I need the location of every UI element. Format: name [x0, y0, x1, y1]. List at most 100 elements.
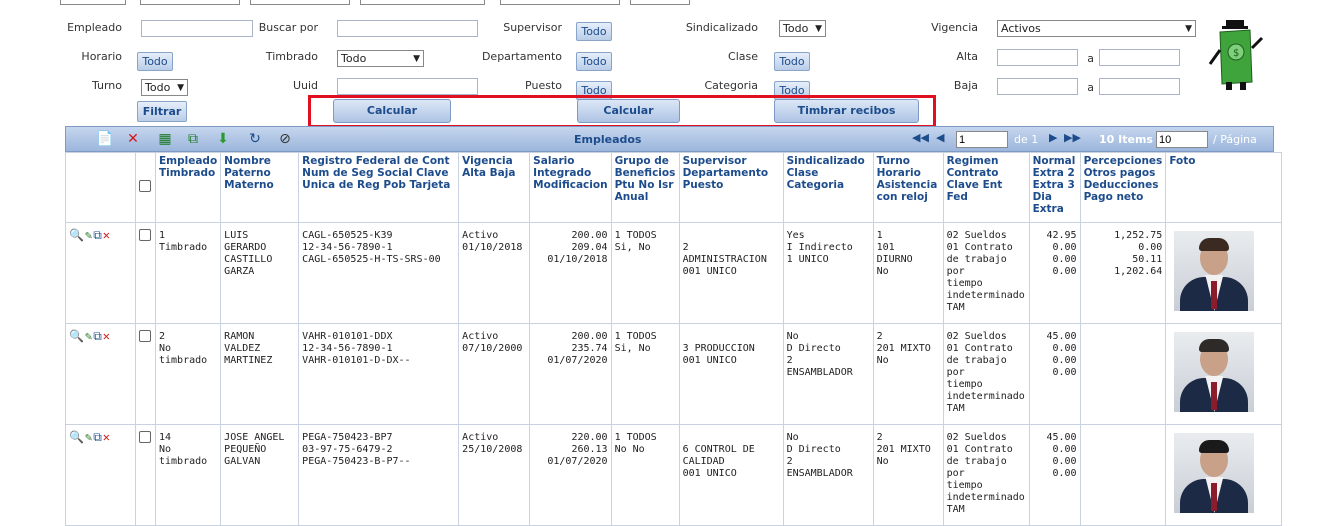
alta-to-input[interactable] [1099, 49, 1180, 66]
edit-icon[interactable]: ✎ [85, 431, 92, 443]
delete-icon[interactable]: ✕ [103, 330, 110, 342]
copy-icon[interactable]: ⧉ [93, 431, 102, 443]
clear-filter-icon[interactable]: ⊘ [276, 130, 294, 148]
cell-c9: 1 101 DIURNO No [872, 222, 944, 324]
row-checkbox[interactable] [139, 431, 151, 443]
header-supervisor[interactable]: Supervisor Departamento Puesto [678, 152, 784, 223]
empleado-input[interactable] [141, 20, 253, 37]
cell-c5: 200.00 235.74 01/07/2020 [529, 323, 612, 425]
employees-table: Empleado Timbrado Nombre Paterno Materno… [65, 152, 1283, 526]
header-turno[interactable]: Turno Horario Asistencia con reloj [872, 152, 944, 223]
mascot-logo: $ [1208, 20, 1264, 90]
table-row[interactable]: 🔍✎⧉✕ 14 No timbrado JOSE ANGEL PEQUEÑO GAL… [65, 424, 1283, 526]
row-select [135, 424, 156, 526]
cell-c3: PEGA-750423-BP7 03-97-75-6479-2 PEGA-750… [298, 424, 460, 526]
categoria-label: Categoria [704, 79, 758, 92]
cell-c2: JOSE ANGEL PEQUEÑO GALVAN [220, 424, 300, 526]
timbrado-select[interactable]: Todo ▼ [337, 50, 424, 67]
download-icon[interactable]: ⬇ [214, 130, 232, 148]
photo-cell [1165, 222, 1283, 324]
header-regimen[interactable]: Regimen Contrato Clave Ent Fed [942, 152, 1030, 223]
last-page-icon[interactable]: ▶▶ [1064, 131, 1081, 144]
turno-select[interactable]: Todo ▼ [141, 79, 188, 96]
edit-icon[interactable]: ✎ [85, 229, 92, 241]
supervisor-todo-button[interactable]: Todo [576, 22, 612, 41]
header-sindicalizado[interactable]: Sindicalizado Clase Categoria [782, 152, 874, 223]
edit-icon[interactable]: ✎ [85, 330, 92, 342]
view-icon[interactable]: 🔍 [69, 330, 84, 342]
actions-header [65, 152, 136, 223]
prev-page-icon[interactable]: ◀ [936, 131, 944, 144]
next-page-icon[interactable]: ▶ [1049, 131, 1057, 144]
delete-icon[interactable]: ✕ [124, 130, 142, 148]
vigencia-select[interactable]: Activos ▼ [997, 20, 1196, 37]
sindicalizado-select[interactable]: Todo ▼ [779, 20, 826, 37]
timbrado-value: Todo [341, 52, 367, 65]
row-checkbox[interactable] [139, 229, 151, 241]
timbrado-label: Timbrado [265, 50, 318, 63]
clase-todo-button[interactable]: Todo [774, 52, 810, 71]
cell-c11: 42.95 0.00 0.00 0.00 [1028, 222, 1081, 324]
view-icon[interactable]: 🔍 [69, 229, 84, 241]
new-document-icon[interactable]: 📄 [96, 130, 114, 148]
page-input[interactable] [956, 131, 1008, 148]
row-checkbox[interactable] [139, 330, 151, 342]
baja-to-input[interactable] [1099, 78, 1180, 95]
per-page-input[interactable] [1156, 131, 1208, 148]
copy-icon[interactable]: ⧉ [93, 229, 102, 241]
uuid-input[interactable] [337, 78, 478, 95]
refresh-icon[interactable]: ↻ [246, 130, 264, 148]
filtrar-button[interactable]: Filtrar [137, 101, 187, 122]
cell-c4: Activo 07/10/2000 [458, 323, 531, 425]
grid-toolbar: 📄 ✕ ▦ ⧉ ⬇ ↻ ⊘ Empleados ◀◀ ◀ de 1 ▶ ▶▶ 1… [65, 126, 1274, 152]
alta-label: Alta [956, 50, 978, 63]
uuid-label: Uuid [292, 79, 318, 92]
cell-c2: LUIS GERARDO CASTILLO GARZA [220, 222, 300, 324]
select-all-checkbox[interactable] [139, 180, 151, 192]
sindicalizado-label: Sindicalizado [685, 21, 758, 34]
vigencia-value: Activos [1001, 22, 1041, 35]
baja-label: Baja [953, 79, 978, 92]
delete-icon[interactable]: ✕ [103, 431, 110, 443]
table-row[interactable]: 🔍✎⧉✕ 2 No timbrado RAMON VALDEZ MARTINEZ VA… [65, 323, 1283, 425]
header-normal[interactable]: Normal Extra 2 Extra 3 Dia Extra [1028, 152, 1081, 223]
view-icon[interactable]: 🔍 [69, 431, 84, 443]
copy-icon[interactable]: ⧉ [93, 330, 102, 342]
cell-c4: Activo 25/10/2008 [458, 424, 531, 526]
copy-icon[interactable]: ⧉ [184, 130, 202, 148]
header-empleado[interactable]: Empleado Timbrado [154, 152, 222, 223]
first-page-icon[interactable]: ◀◀ [912, 131, 929, 144]
horario-todo-button[interactable]: Todo [137, 52, 173, 71]
photo-cell [1165, 323, 1283, 425]
header-nombre[interactable]: Nombre Paterno Materno [220, 152, 300, 223]
delete-icon[interactable]: ✕ [103, 229, 110, 241]
horario-label: Horario [81, 50, 122, 63]
chevron-down-icon: ▼ [1185, 24, 1192, 34]
cell-c7: 6 CONTROL DE CALIDAD 001 UNICO [678, 424, 784, 526]
alta-a-label: a [1087, 52, 1094, 65]
header-salario[interactable]: Salario Integrado Modificacion [529, 152, 612, 223]
page-count: de 1 [1014, 133, 1039, 146]
baja-from-input[interactable] [997, 78, 1078, 95]
cell-c11: 45.00 0.00 0.00 0.00 [1028, 323, 1081, 425]
buscar-input[interactable] [337, 20, 478, 37]
table-row[interactable]: 🔍✎⧉✕ 1 Timbrado LUIS GERARDO CASTILLO GARZ… [65, 222, 1283, 324]
header-registro[interactable]: Registro Federal de Cont Num de Seg Soci… [298, 152, 460, 223]
header-percepciones[interactable]: Percepciones Otros pagos Deducciones Pag… [1079, 152, 1167, 223]
alta-from-input[interactable] [997, 49, 1078, 66]
cell-c1: 1 Timbrado [154, 222, 222, 324]
excel-icon[interactable]: ▦ [156, 130, 174, 148]
header-vigencia[interactable]: Vigencia Alta Baja [458, 152, 531, 223]
baja-a-label: a [1087, 81, 1094, 94]
cell-c8: No D Directo 2 ENSAMBLADOR [782, 323, 874, 425]
cell-c6: 1 TODOS Si, No [610, 323, 680, 425]
puesto-label: Puesto [525, 79, 562, 92]
turno-value: Todo [145, 81, 171, 94]
row-select [135, 222, 156, 324]
departamento-todo-button[interactable]: Todo [576, 52, 612, 71]
cell-c10: 02 Sueldos 01 Contrato de trabajo por ti… [942, 222, 1030, 324]
header-grupo[interactable]: Grupo de Beneficios Ptu No Isr Anual [610, 152, 680, 223]
avatar [1174, 433, 1255, 513]
avatar [1174, 332, 1255, 412]
cell-c1: 14 No timbrado [154, 424, 222, 526]
